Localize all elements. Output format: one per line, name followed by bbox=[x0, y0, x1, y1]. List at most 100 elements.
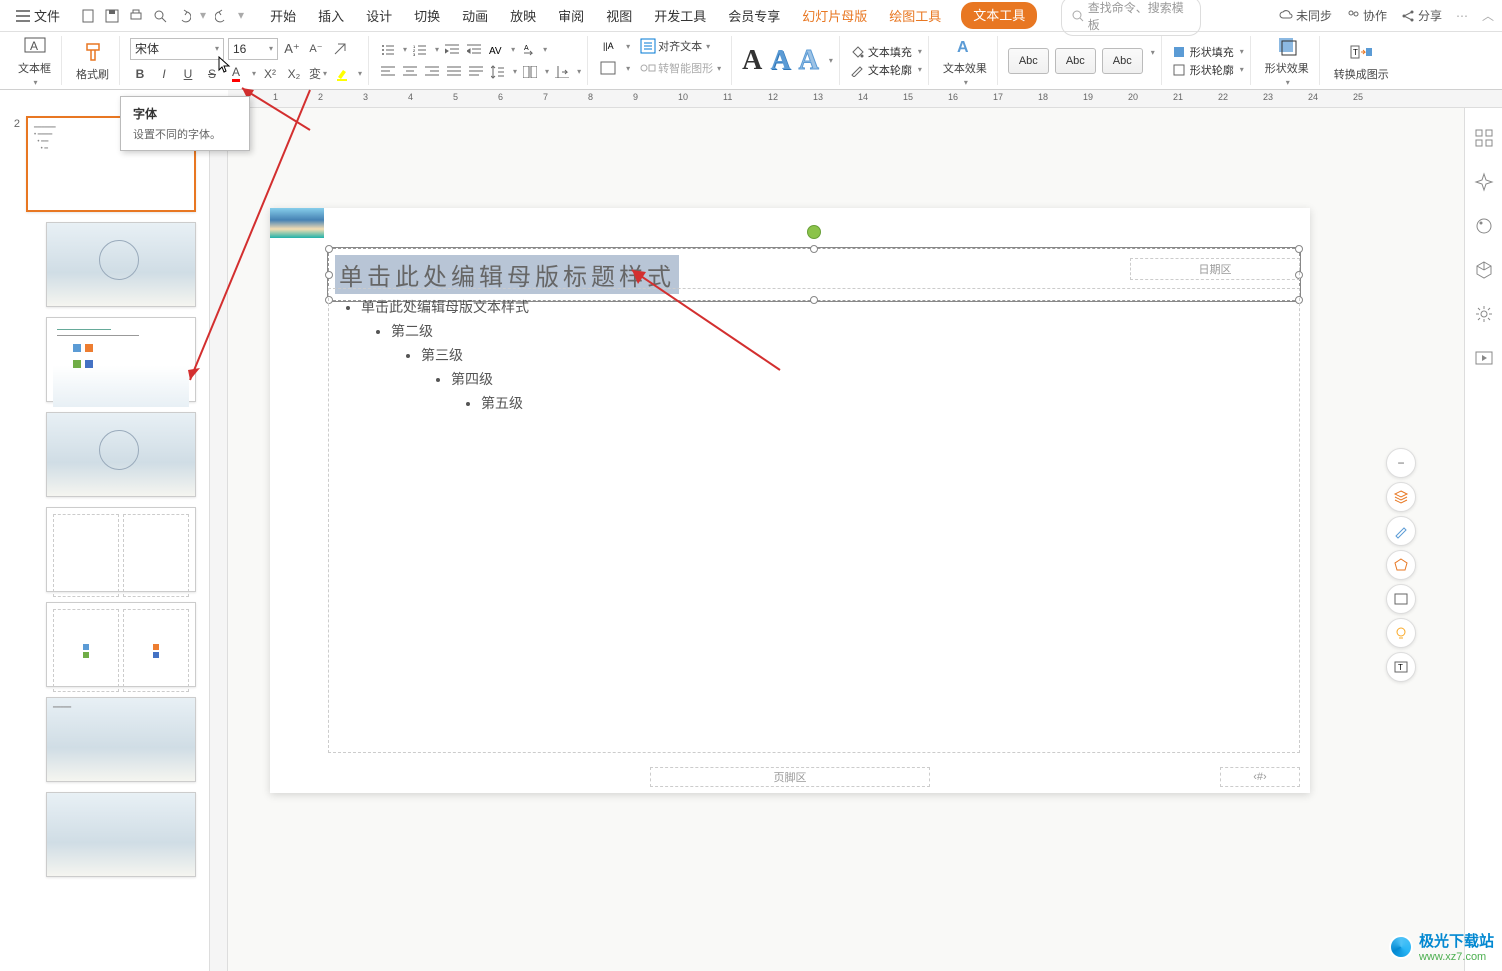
layout-thumb-6[interactable]: ━━━━━ bbox=[46, 697, 196, 782]
tab-start[interactable]: 开始 bbox=[268, 2, 298, 29]
autofit-button[interactable] bbox=[598, 58, 618, 78]
phonetic-button[interactable]: 変▾ bbox=[308, 64, 328, 84]
date-placeholder[interactable]: 日期区 bbox=[1130, 258, 1300, 280]
idea-button[interactable] bbox=[1386, 618, 1416, 648]
share-button[interactable]: 分享 bbox=[1401, 7, 1442, 24]
font-name-select[interactable]: 宋体▾ bbox=[130, 38, 224, 60]
lineheight-button[interactable] bbox=[489, 63, 507, 81]
font-size-select[interactable]: 16▾ bbox=[228, 38, 278, 60]
superscript-button[interactable]: X² bbox=[260, 64, 280, 84]
layers-button[interactable] bbox=[1386, 482, 1416, 512]
wordart-preset-2[interactable]: A bbox=[770, 45, 790, 77]
align-center-button[interactable] bbox=[401, 63, 419, 81]
tab-slidemaster[interactable]: 幻灯片母版 bbox=[800, 2, 869, 29]
highlight-button[interactable] bbox=[332, 64, 352, 84]
increase-indent-button[interactable] bbox=[465, 41, 483, 59]
rside-play-icon[interactable] bbox=[1474, 348, 1494, 368]
align-left-button[interactable] bbox=[379, 63, 397, 81]
body-level-5[interactable]: 第五级 bbox=[481, 393, 1287, 413]
textdir-button[interactable]: A bbox=[519, 41, 537, 59]
clear-format-icon[interactable] bbox=[330, 39, 350, 59]
footer-placeholder[interactable]: 页脚区 bbox=[650, 767, 930, 787]
tab-insert[interactable]: 插入 bbox=[316, 2, 346, 29]
tab-drawtools[interactable]: 绘图工具 bbox=[887, 2, 943, 29]
formatpainter-button[interactable]: 格式刷 bbox=[72, 38, 113, 84]
resize-handle[interactable] bbox=[325, 245, 333, 253]
pagenum-placeholder[interactable]: ‹#› bbox=[1220, 767, 1300, 787]
body-level-3[interactable]: 第三级 bbox=[421, 345, 1287, 365]
pen-button[interactable] bbox=[1386, 516, 1416, 546]
tab-view[interactable]: 视图 bbox=[604, 2, 634, 29]
shapeeffect-button[interactable]: 形状效果▾ bbox=[1261, 32, 1313, 89]
layout-thumb-1[interactable] bbox=[46, 222, 196, 307]
tab-texttools[interactable]: 文本工具 bbox=[961, 2, 1037, 29]
sync-status[interactable]: 未同步 bbox=[1279, 7, 1332, 24]
thumbnail-panel[interactable]: 2 ━━━━━━• ━━━━ • ━━ • ━ ━━━━━ bbox=[0, 108, 210, 971]
save-icon[interactable] bbox=[104, 8, 120, 24]
shapefill-button[interactable]: 形状填充▾ bbox=[1172, 44, 1244, 60]
layout-thumb-5[interactable] bbox=[46, 602, 196, 687]
convert-button[interactable]: T 转换成图示 bbox=[1330, 38, 1393, 84]
tab-animation[interactable]: 动画 bbox=[460, 2, 490, 29]
bullets-button[interactable] bbox=[379, 41, 397, 59]
redo-icon[interactable] bbox=[214, 8, 230, 24]
tabs-button[interactable] bbox=[553, 63, 571, 81]
subscript-button[interactable]: X₂ bbox=[284, 64, 304, 84]
layout-thumb-4[interactable] bbox=[46, 507, 196, 592]
body-level-4[interactable]: 第四级 bbox=[451, 369, 1287, 389]
align-justify-button[interactable] bbox=[445, 63, 463, 81]
rside-cube-icon[interactable] bbox=[1474, 260, 1494, 280]
smartart-button[interactable]: 转智能图形▾ bbox=[636, 58, 725, 78]
strikethrough-button[interactable]: S bbox=[202, 64, 222, 84]
textdir-vertical-button[interactable]: ||A bbox=[598, 36, 618, 56]
new-icon[interactable] bbox=[80, 8, 96, 24]
more-icon[interactable]: ⋯ bbox=[1456, 9, 1468, 23]
texteffect-button[interactable]: A 文本效果▾ bbox=[939, 32, 991, 89]
shapeoutline-button[interactable]: 形状轮廓▾ bbox=[1172, 62, 1244, 78]
frame-button[interactable] bbox=[1386, 584, 1416, 614]
print-icon[interactable] bbox=[128, 8, 144, 24]
decrease-indent-button[interactable] bbox=[443, 41, 461, 59]
textoutline-button[interactable]: 文本轮廓▾ bbox=[850, 62, 922, 78]
layout-thumb-2[interactable] bbox=[46, 317, 196, 402]
wordart-preset-3[interactable]: A bbox=[799, 45, 819, 77]
slide-canvas[interactable]: 单击此处编辑母版标题样式 日期区 单击此处编辑母版文本样式 第二级 第三级 第四… bbox=[228, 108, 1464, 971]
shape-preset-3[interactable]: Abc bbox=[1102, 48, 1143, 74]
textbox-button[interactable]: A 文本框▾ bbox=[14, 32, 55, 89]
master-content-placeholder[interactable]: 单击此处编辑母版文本样式 第二级 第三级 第四级 第五级 bbox=[328, 288, 1300, 753]
increase-font-icon[interactable]: A⁺ bbox=[282, 39, 302, 59]
collapse-icon[interactable]: ︿ bbox=[1482, 7, 1494, 24]
collab-button[interactable]: 协作 bbox=[1346, 7, 1387, 24]
tab-devtools[interactable]: 开发工具 bbox=[652, 2, 708, 29]
align-right-button[interactable] bbox=[423, 63, 441, 81]
italic-button[interactable]: I bbox=[154, 64, 174, 84]
resize-handle[interactable] bbox=[810, 245, 818, 253]
layout-thumb-7[interactable] bbox=[46, 792, 196, 877]
align-distribute-button[interactable] bbox=[467, 63, 485, 81]
resize-handle[interactable] bbox=[325, 271, 333, 279]
shape-preset-1[interactable]: Abc bbox=[1008, 48, 1049, 74]
zoom-out-button[interactable]: − bbox=[1386, 448, 1416, 478]
numbering-button[interactable]: 123 bbox=[411, 41, 429, 59]
decrease-font-icon[interactable]: A⁻ bbox=[306, 39, 326, 59]
home-button[interactable] bbox=[1386, 550, 1416, 580]
layout-thumb-3[interactable] bbox=[46, 412, 196, 497]
rside-palette-icon[interactable] bbox=[1474, 216, 1494, 236]
shape-preset-2[interactable]: Abc bbox=[1055, 48, 1096, 74]
rside-sparkle-icon[interactable] bbox=[1474, 172, 1494, 192]
tab-design[interactable]: 设计 bbox=[364, 2, 394, 29]
tab-review[interactable]: 审阅 bbox=[556, 2, 586, 29]
aligntext-button[interactable]: 对齐文本▾ bbox=[636, 36, 714, 56]
search-box[interactable]: 查找命令、搜索模板 bbox=[1061, 0, 1201, 36]
rside-gear-icon[interactable] bbox=[1474, 304, 1494, 324]
bold-button[interactable]: B bbox=[130, 64, 150, 84]
rside-grid-icon[interactable] bbox=[1474, 128, 1494, 148]
wordart-preset-1[interactable]: A bbox=[742, 45, 762, 77]
tab-transition[interactable]: 切换 bbox=[412, 2, 442, 29]
charspacing-button[interactable]: AV bbox=[487, 41, 505, 59]
columns-button[interactable] bbox=[521, 63, 539, 81]
tab-member[interactable]: 会员专享 bbox=[726, 2, 782, 29]
body-level-2[interactable]: 第二级 bbox=[391, 321, 1287, 341]
undo-icon[interactable] bbox=[176, 8, 192, 24]
preview-icon[interactable] bbox=[152, 8, 168, 24]
